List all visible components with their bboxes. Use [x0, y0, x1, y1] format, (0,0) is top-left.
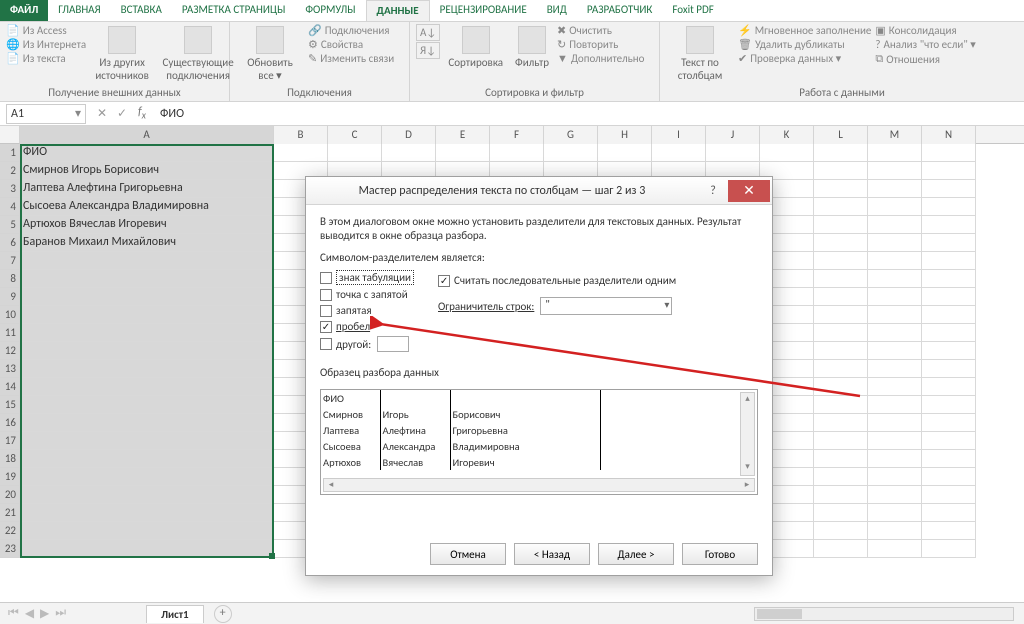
menu-home[interactable]: ГЛАВНАЯ [48, 0, 110, 21]
close-button[interactable]: ✕ [728, 180, 770, 202]
col-header-F[interactable]: F [490, 126, 544, 144]
chk-comma[interactable]: запятая [320, 304, 414, 317]
qualifier-combo[interactable]: " [540, 297, 672, 315]
fx-icon[interactable]: fx [132, 105, 152, 121]
col-header-M[interactable]: M [868, 126, 922, 144]
ribbon: 📄 Из Access 🌐 Из Интернета 📄 Из текста И… [0, 22, 1024, 102]
group-title-sort: Сортировка и фильтр [416, 86, 653, 101]
other-delim-input[interactable] [377, 336, 409, 352]
tab-nav-last-icon[interactable]: ⏭ [55, 606, 66, 621]
preview-box: ФИОСмирновИгорьБорисовичЛаптеваАлефтинаГ… [320, 389, 758, 495]
col-header-N[interactable]: N [922, 126, 976, 144]
rib-from-web[interactable]: 🌐 Из Интернета [6, 38, 86, 51]
col-header-E[interactable]: E [436, 126, 490, 144]
col-header-J[interactable]: J [706, 126, 760, 144]
formula-bar: A1▾ ✕ ✓ fx ФИО [0, 102, 1024, 126]
sheet-tab-bar: ⏮ ◀ ▶ ⏭ Лист1 + [0, 602, 1024, 624]
add-sheet-button[interactable]: + [214, 605, 232, 623]
chk-tab[interactable]: знак табуляции [320, 270, 414, 285]
group-title-tools: Работа с данными [666, 86, 1018, 101]
menu-developer[interactable]: РАЗРАБОТЧИК [577, 0, 663, 21]
rib-text-to-columns[interactable]: Текст по столбцам [666, 24, 734, 84]
preview-hscroll[interactable]: ◂▸ [323, 478, 755, 492]
horizontal-scrollbar[interactable] [754, 607, 1014, 621]
enter-icon[interactable]: ✓ [112, 106, 132, 121]
rib-advanced[interactable]: ▼ Дополнительно [557, 52, 644, 65]
text-to-columns-dialog: Мастер распределения текста по столбцам … [305, 176, 773, 576]
col-header-B[interactable]: B [274, 126, 328, 144]
preview-table: ФИОСмирновИгорьБорисовичЛаптеваАлефтинаГ… [321, 390, 601, 470]
btn-back[interactable]: < Назад [514, 543, 590, 565]
tab-nav-prev-icon[interactable]: ◀ [25, 606, 34, 621]
rib-from-text[interactable]: 📄 Из текста [6, 52, 86, 65]
name-box[interactable]: A1▾ [6, 104, 86, 124]
menu-file[interactable]: ФАЙЛ [0, 0, 48, 21]
col-header-H[interactable]: H [598, 126, 652, 144]
rib-other-sources[interactable]: Из других источников [90, 24, 154, 84]
qualifier-label: Ограничитель строк: [438, 300, 534, 313]
row-headers[interactable]: 1234567891011121314151617181920212223 [0, 144, 20, 558]
menu-data[interactable]: ДАННЫЕ [366, 0, 430, 21]
rib-sort-az-icon[interactable]: А↓ [416, 24, 440, 41]
cancel-icon[interactable]: ✕ [92, 106, 112, 121]
rib-whatif[interactable]: ? Анализ "что если" ▾ [875, 38, 975, 51]
btn-cancel[interactable]: Отмена [430, 543, 506, 565]
col-header-A[interactable]: A [20, 126, 274, 144]
dialog-titlebar[interactable]: Мастер распределения текста по столбцам … [306, 177, 772, 205]
menu-view[interactable]: ВИД [537, 0, 577, 21]
tab-nav-first-icon[interactable]: ⏮ [8, 606, 19, 621]
rib-from-access[interactable]: 📄 Из Access [6, 24, 86, 37]
chk-consecutive[interactable]: Считать последовательные разделители одн… [438, 274, 676, 287]
btn-next[interactable]: Далее > [598, 543, 674, 565]
rib-sort[interactable]: Сортировка [444, 24, 507, 71]
rib-refresh-all[interactable]: Обновить все ▾ [236, 24, 304, 84]
rib-properties[interactable]: ⚙ Свойства [308, 38, 394, 51]
menu-review[interactable]: РЕЦЕНЗИРОВАНИЕ [430, 0, 537, 21]
btn-finish[interactable]: Готово [682, 543, 758, 565]
rib-remove-dupes[interactable]: 🗑 Удалить дубликаты [738, 38, 871, 51]
rib-consolidate[interactable]: ▣ Консолидация [875, 24, 975, 37]
col-header-C[interactable]: C [328, 126, 382, 144]
rib-existing-conn[interactable]: Существующие подключения [158, 24, 238, 84]
tab-nav-next-icon[interactable]: ▶ [40, 606, 49, 621]
menu-bar: ФАЙЛ ГЛАВНАЯ ВСТАВКА РАЗМЕТКА СТРАНИЦЫ Ф… [0, 0, 1024, 22]
group-title-conn: Подключения [236, 86, 403, 101]
formula-input[interactable]: ФИО [152, 107, 184, 121]
chk-space[interactable]: пробел [320, 320, 414, 333]
rib-relations[interactable]: ⧉ Отношения [875, 52, 975, 66]
rib-reapply[interactable]: ↻ Повторить [557, 38, 644, 51]
dialog-intro: В этом диалоговом окне можно установить … [320, 215, 758, 243]
delim-section-label: Символом-разделителем является: [320, 251, 758, 264]
chk-semicolon[interactable]: точка с запятой [320, 288, 414, 301]
col-header-G[interactable]: G [544, 126, 598, 144]
rib-clear[interactable]: ✖ Очистить [557, 24, 644, 37]
rib-filter[interactable]: Фильтр [511, 24, 553, 71]
menu-insert[interactable]: ВСТАВКА [111, 0, 172, 21]
menu-formulas[interactable]: ФОРМУЛЫ [295, 0, 365, 21]
rib-sort-za-icon[interactable]: Я↓ [416, 42, 440, 59]
col-header-K[interactable]: K [760, 126, 814, 144]
help-button[interactable]: ? [698, 184, 728, 198]
col-header-D[interactable]: D [382, 126, 436, 144]
col-header-I[interactable]: I [652, 126, 706, 144]
preview-label: Образец разбора данных [320, 366, 758, 379]
rib-connections[interactable]: 🔗 Подключения [308, 24, 394, 37]
rib-data-val[interactable]: ✔ Проверка данных ▾ [738, 52, 871, 65]
chk-other[interactable]: другой: [320, 336, 414, 352]
rib-flash-fill[interactable]: ⚡ Мгновенное заполнение [738, 24, 871, 37]
sheet-tab[interactable]: Лист1 [146, 605, 204, 623]
rib-edit-links[interactable]: ✎ Изменить связи [308, 52, 394, 65]
preview-vscroll[interactable]: ▴▾ [740, 392, 755, 476]
group-title-ext: Получение внешних данных [6, 86, 223, 101]
col-header-L[interactable]: L [814, 126, 868, 144]
menu-foxit[interactable]: Foxit PDF [662, 0, 723, 21]
dialog-title: Мастер распределения текста по столбцам … [306, 184, 698, 198]
menu-layout[interactable]: РАЗМЕТКА СТРАНИЦЫ [172, 0, 296, 21]
